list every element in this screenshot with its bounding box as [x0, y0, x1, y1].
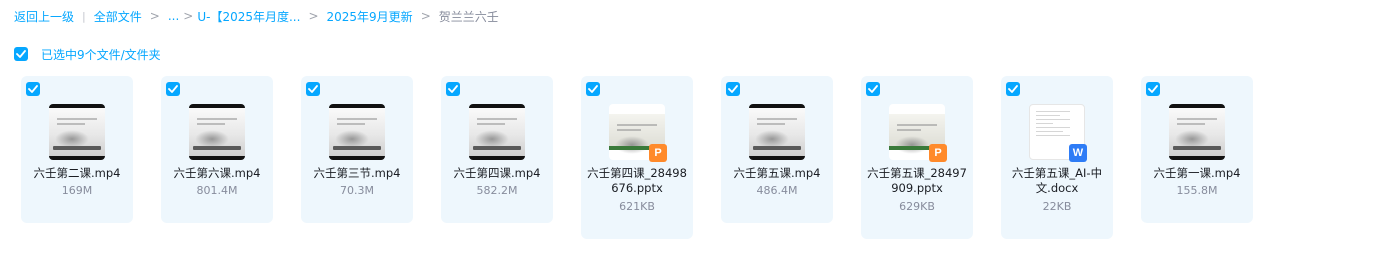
check-icon	[728, 85, 738, 93]
file-size: 801.4M	[196, 184, 238, 197]
file-card[interactable]: 六壬第六课.mp4 801.4M	[161, 76, 273, 223]
file-thumbnail	[329, 104, 385, 160]
file-checkbox[interactable]	[26, 82, 40, 96]
check-icon	[1148, 85, 1158, 93]
file-card[interactable]: 六壬第三节.mp4 70.3M	[301, 76, 413, 223]
file-card[interactable]: 六壬第二课.mp4 169M	[21, 76, 133, 223]
crumb-all-files[interactable]: 全部文件	[94, 8, 142, 25]
file-name[interactable]: 六壬第五课.mp4	[725, 166, 829, 181]
file-size: 629KB	[899, 200, 935, 213]
file-checkbox[interactable]	[726, 82, 740, 96]
back-link[interactable]: 返回上一级	[14, 8, 74, 25]
file-checkbox[interactable]	[1006, 82, 1020, 96]
check-icon	[588, 85, 598, 93]
select-all[interactable]: 已选中9个文件/文件夹	[14, 46, 161, 62]
docx-file-icon: W	[1069, 144, 1087, 162]
file-size: 22KB	[1042, 200, 1072, 213]
breadcrumb: 返回上一级 | 全部文件 > ... > U-【2025年月度... > 202…	[14, 7, 499, 25]
file-card[interactable]: 六壬第一课.mp4 155.8M	[1141, 76, 1253, 223]
crumb-folder-sept[interactable]: 2025年9月更新	[327, 8, 413, 25]
file-size: 70.3M	[340, 184, 374, 197]
file-card[interactable]: P 六壬第四课_28498676.pptx 621KB	[581, 76, 693, 239]
file-checkbox[interactable]	[1146, 82, 1160, 96]
file-name[interactable]: 六壬第五课_AI-中文.docx	[1005, 166, 1109, 196]
crumb-folder-monthly[interactable]: U-【2025年月度...	[197, 8, 300, 25]
file-checkbox[interactable]	[446, 82, 460, 96]
file-name[interactable]: 六壬第四课_28498676.pptx	[585, 166, 689, 196]
file-name[interactable]: 六壬第五课_28497909.pptx	[865, 166, 969, 196]
pptx-file-icon: P	[649, 144, 667, 162]
chevron-right-icon: >	[149, 9, 160, 23]
select-all-checkbox[interactable]	[14, 47, 28, 61]
file-name[interactable]: 六壬第一课.mp4	[1145, 166, 1249, 181]
file-thumbnail	[189, 104, 245, 160]
file-thumbnail	[469, 104, 525, 160]
chevron-right-icon: >	[308, 9, 319, 23]
file-name[interactable]: 六壬第二课.mp4	[25, 166, 129, 181]
file-thumbnail	[749, 104, 805, 160]
check-icon	[868, 85, 878, 93]
file-name[interactable]: 六壬第三节.mp4	[305, 166, 409, 181]
file-thumbnail	[1169, 104, 1225, 160]
crumb-current: 贺兰兰六壬	[438, 9, 499, 24]
file-card[interactable]: 六壬第五课.mp4 486.4M	[721, 76, 833, 223]
crumb-ellipsis[interactable]: ...	[168, 9, 179, 23]
file-size: 155.8M	[1176, 184, 1218, 197]
file-size: 486.4M	[756, 184, 798, 197]
check-icon	[448, 85, 458, 93]
chevron-right-icon: >	[183, 9, 194, 23]
file-checkbox[interactable]	[586, 82, 600, 96]
file-thumbnail	[49, 104, 105, 160]
pptx-file-icon: P	[929, 144, 947, 162]
check-icon	[1008, 85, 1018, 93]
file-checkbox[interactable]	[166, 82, 180, 96]
separator: |	[82, 9, 86, 23]
file-card[interactable]: 六壬第四课.mp4 582.2M	[441, 76, 553, 223]
file-card[interactable]: W 六壬第五课_AI-中文.docx 22KB	[1001, 76, 1113, 239]
file-size: 169M	[61, 184, 93, 197]
file-checkbox[interactable]	[866, 82, 880, 96]
file-card[interactable]: P 六壬第五课_28497909.pptx 629KB	[861, 76, 973, 239]
check-icon	[168, 85, 178, 93]
file-name[interactable]: 六壬第四课.mp4	[445, 166, 549, 181]
selection-count-label: 已选中9个文件/文件夹	[41, 47, 161, 62]
file-size: 582.2M	[476, 184, 518, 197]
check-icon	[28, 85, 38, 93]
file-size: 621KB	[619, 200, 655, 213]
check-icon	[308, 85, 318, 93]
file-name[interactable]: 六壬第六课.mp4	[165, 166, 269, 181]
check-icon	[16, 50, 26, 58]
file-checkbox[interactable]	[306, 82, 320, 96]
chevron-right-icon: >	[420, 9, 431, 23]
